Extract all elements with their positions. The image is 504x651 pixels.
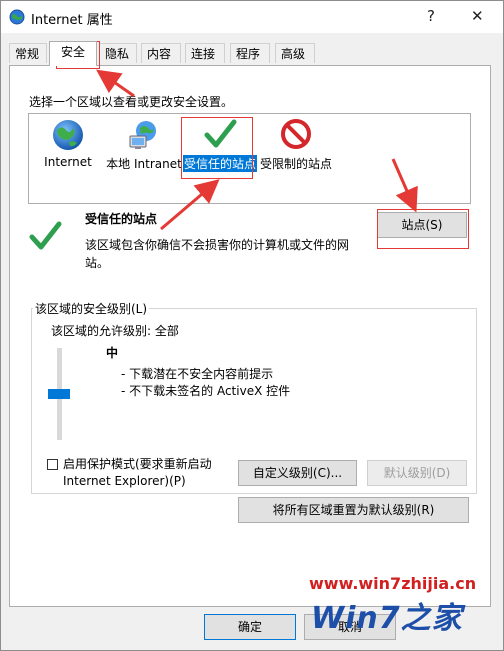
annotation-arrows — [96, 69, 418, 231]
internet-options-dialog: Internet 属性 ? ✕ 常规 安全 隐私 内容 连接 程序 高级 选择一… — [0, 0, 504, 651]
tab-security[interactable]: 安全 — [49, 41, 97, 66]
